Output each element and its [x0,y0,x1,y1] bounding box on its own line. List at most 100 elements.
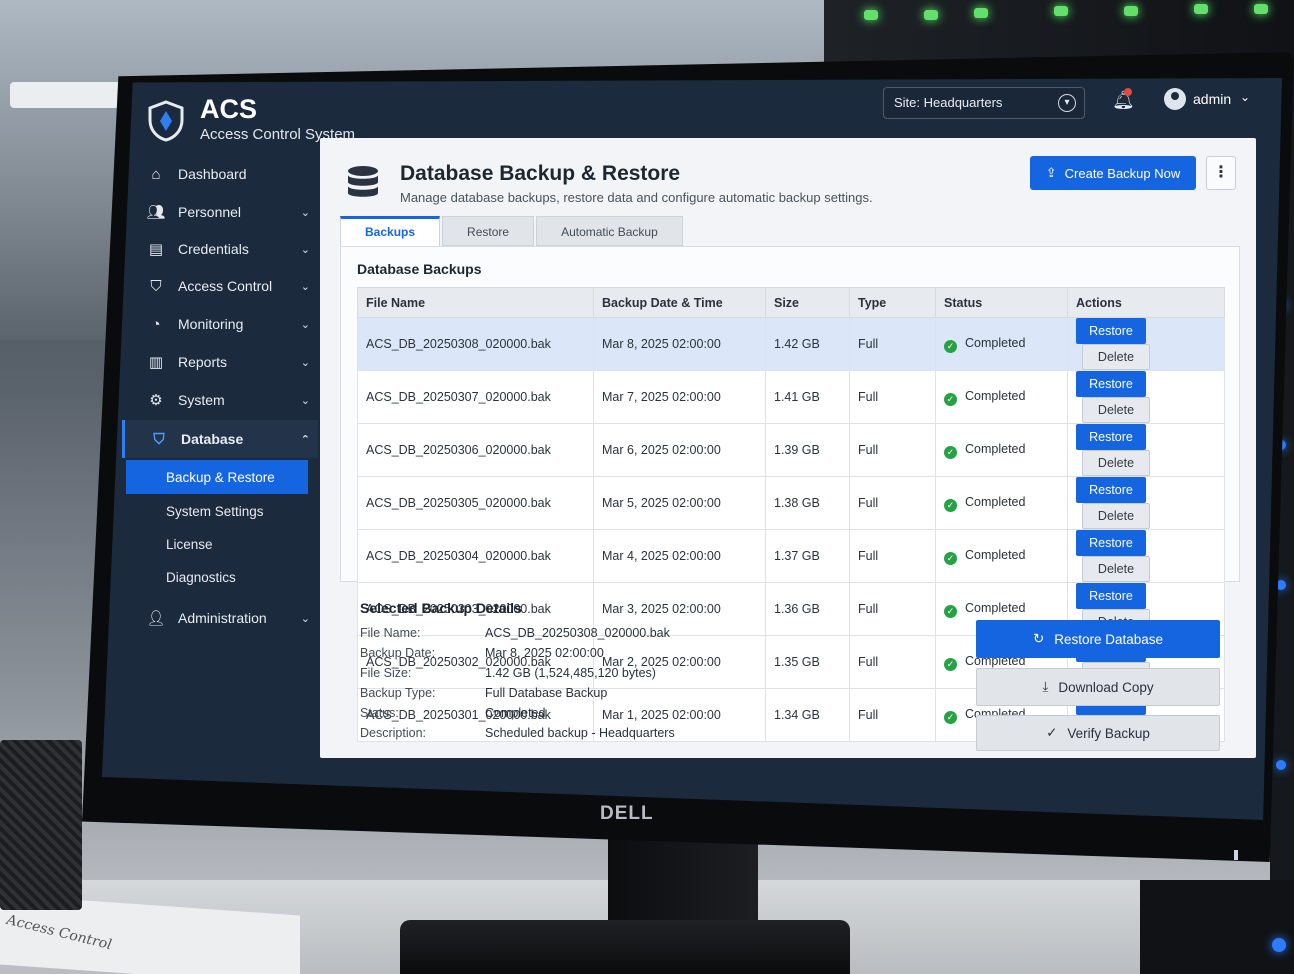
sidebar-item-label: Reports [178,354,228,370]
status-cell: ✓ Completed [935,370,1068,424]
create-backup-button[interactable]: ⇪ Create Backup Now [1030,156,1196,190]
database-icon: ⛉ [153,430,165,448]
download-copy-button[interactable]: ⤓ Download Copy [976,668,1220,706]
page-subtitle: Manage database backups, restore data an… [400,190,873,205]
column-header: Type [849,287,936,318]
backup-date-cell: Mar 4, 2025 02:00:00 [593,529,766,583]
restore-database-button[interactable]: ↻ Restore Database [976,620,1220,658]
monitor-icon: ◔ [151,315,161,333]
restore-button[interactable]: Restore [1076,371,1146,397]
sidebar-item-access-control[interactable]: ⛉ Access Control ⌄ [122,268,318,304]
size-cell: 1.38 GB [765,476,850,530]
selected-backup-details: Selected Backup Details File Name: ACS_D… [340,588,1240,753]
actions-cell: RestoreDelete [1067,317,1225,371]
delete-button[interactable]: Delete [1082,450,1150,476]
gear-icon: ⚙ [149,392,163,409]
detail-label: Description: [360,726,426,740]
file-name-cell: ACS_DB_20250305_020000.bak [357,476,594,530]
sidebar-subitem-license[interactable]: License [126,527,308,561]
type-cell: Full [849,317,936,371]
status-text: Completed [965,494,1026,509]
sidebar-item-administration[interactable]: 👤︎ Administration ⌄ [122,600,318,636]
column-header: Size [765,287,850,318]
size-cell: 1.37 GB [765,529,850,583]
detail-label: Backup Type: [360,686,436,700]
shield-icon: ⛉ [150,277,162,295]
delete-button[interactable]: Delete [1082,344,1150,370]
delete-button[interactable]: Delete [1082,556,1150,582]
status-text: Completed [965,547,1026,562]
tab-restore[interactable]: Restore [442,216,535,246]
chevron-down-icon: ⌄ [300,394,310,407]
type-cell: Full [849,370,936,424]
sidebar-item-personnel[interactable]: 👥︎ Personnel ⌄ [122,194,318,230]
create-backup-label: Create Backup Now [1064,165,1181,181]
sidebar-subitem-system-settings[interactable]: System Settings [126,494,308,528]
upload-icon: ⇪ [1045,165,1057,180]
check-icon: ✓ [1046,725,1058,740]
notification-badge [1124,88,1132,96]
pen-holder [0,740,82,910]
sidebar-item-monitoring[interactable]: ◔ Monitoring ⌄ [122,306,318,342]
sidebar-item-database[interactable]: ⛉ Database ⌃ [122,420,318,458]
table-row[interactable]: ACS_DB_20250308_020000.bak Mar 8, 2025 02… [357,317,1225,371]
pc-tower [1140,880,1294,974]
tab-backups[interactable]: Backups [340,216,441,246]
column-header: Backup Date & Time [593,287,766,318]
sidebar-item-label: Administration [178,610,267,626]
id-card-icon: ▤ [148,241,164,258]
shield-logo-icon [148,100,184,142]
avatar[interactable] [1164,88,1186,110]
tab-automatic-backup[interactable]: Automatic Backup [536,216,683,246]
table-row[interactable]: ACS_DB_20250305_020000.bak Mar 5, 2025 02… [357,476,1225,530]
detail-label: File Name: [360,626,421,640]
verify-backup-button[interactable]: ✓ Verify Backup [976,715,1220,751]
sidebar-item-reports[interactable]: ▥ Reports ⌄ [122,344,318,380]
delete-button[interactable]: Delete [1082,397,1150,423]
main-content: Database Backup & Restore Manage databas… [320,138,1256,758]
detail-label: Status: [360,706,399,720]
sidebar-item-label: Database [181,431,244,447]
restore-button[interactable]: Restore [1076,318,1146,344]
status-text: Completed [965,335,1026,350]
screen: ACS Access Control System Site: Headquar… [102,78,1282,820]
sidebar-item-system[interactable]: ⚙ System ⌄ [122,382,318,418]
chevron-down-icon: ⌄ [300,206,310,219]
backup-date-cell: Mar 7, 2025 02:00:00 [593,370,766,424]
table-row[interactable]: ACS_DB_20250307_020000.bak Mar 7, 2025 02… [357,370,1225,424]
sidebar-subitem-backup-restore[interactable]: Backup & Restore [126,460,308,494]
backup-date-cell: Mar 6, 2025 02:00:00 [593,423,766,477]
chevron-down-icon: ⌄ [300,612,310,625]
detail-label: File Size: [360,666,412,680]
chevron-down-icon: ⌄ [300,356,310,369]
restore-button[interactable]: Restore [1076,424,1146,450]
sidebar-item-credentials[interactable]: ▤ Credentials ⌄ [122,231,318,267]
check-circle-icon: ✓ [944,339,957,353]
type-cell: Full [849,423,936,477]
user-menu-name[interactable]: admin [1193,91,1231,107]
column-header: File Name [357,287,594,318]
restore-button[interactable]: Restore [1076,477,1146,503]
table-header-row: File Name Backup Date & Time Size Type S… [357,287,1225,318]
sidebar-item-label: System [178,392,225,408]
chevron-down-icon: ⌄ [300,318,310,331]
site-selector[interactable]: Site: Headquarters ▾ [883,87,1085,119]
restore-button[interactable]: Restore [1076,530,1146,556]
column-header: Actions [1067,287,1225,318]
sidebar-item-dashboard[interactable]: ⌂ Dashboard [122,156,318,192]
check-circle-icon: ✓ [944,392,957,406]
more-options-button[interactable]: ⋮ [1206,156,1236,190]
actions-cell: RestoreDelete [1067,370,1225,424]
page-title: Database Backup & Restore [400,162,681,185]
detail-label: Backup Date: [360,646,436,660]
table-row[interactable]: ACS_DB_20250306_020000.bak Mar 6, 2025 02… [357,423,1225,477]
backups-section: Database Backups File Name Backup Date &… [340,246,1240,742]
refresh-icon: ↻ [1032,631,1045,646]
sidebar-subitem-diagnostics[interactable]: Diagnostics [126,560,308,594]
table-row[interactable]: ACS_DB_20250304_020000.bak Mar 4, 2025 02… [357,529,1225,583]
status-cell: ✓ Completed [935,317,1068,371]
size-cell: 1.39 GB [765,423,850,477]
tab-bar: Backups Restore Automatic Backup [340,216,685,248]
chevron-down-icon[interactable]: ⌄ [1240,90,1250,104]
delete-button[interactable]: Delete [1082,503,1150,529]
